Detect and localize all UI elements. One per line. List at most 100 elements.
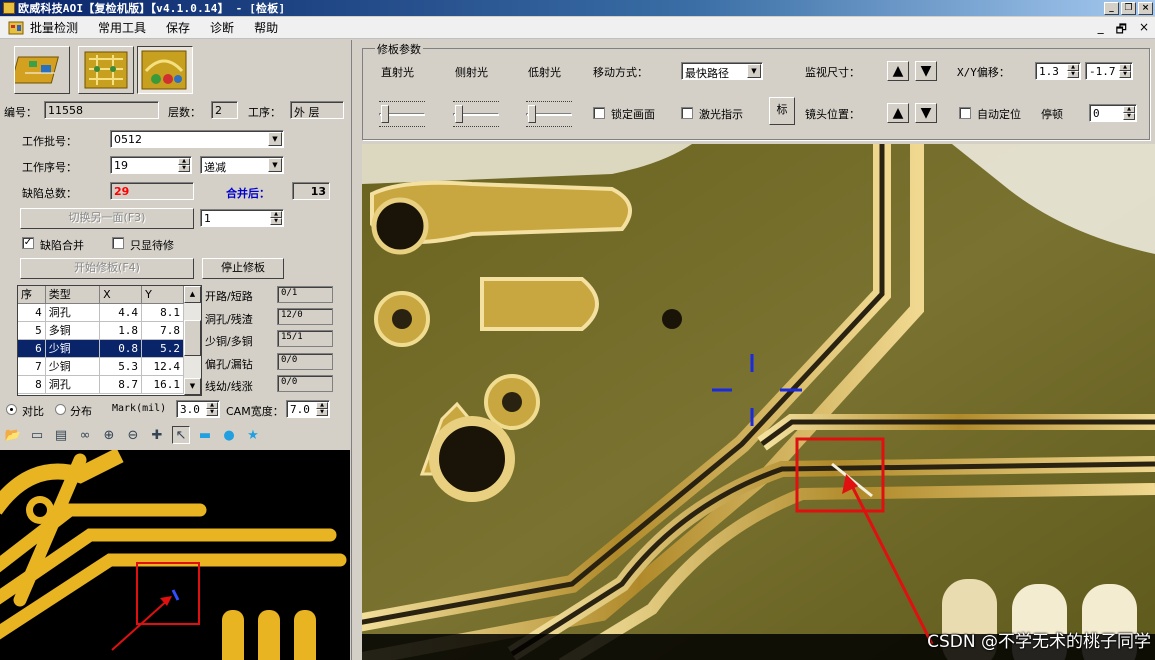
spin-icon[interactable]: ▲ ▼ xyxy=(206,402,218,416)
scroll-down-icon[interactable]: ▼ xyxy=(184,378,201,395)
pcb-board-button[interactable] xyxy=(10,46,70,94)
row-no: 6 xyxy=(18,339,46,358)
direct-light-label: 直射光 xyxy=(381,66,414,79)
spin-icon[interactable]: ▲ ▼ xyxy=(1119,64,1131,78)
auto-locate-checkbox[interactable] xyxy=(959,107,971,119)
mdi-restore-button[interactable]: 🗗 xyxy=(1116,20,1127,41)
compare-radio[interactable] xyxy=(6,404,17,415)
microscope-view[interactable]: CSDN @不学无术的桃子同学 xyxy=(362,144,1155,660)
window-title: 欧威科技AOI【复检机版】【v4.1.0.14】 - [检板] xyxy=(18,2,286,15)
chevron-down-icon[interactable]: ▼ xyxy=(268,132,282,146)
stat-value-drill: 0/0 xyxy=(277,353,333,370)
menu-help[interactable]: 帮助 xyxy=(254,19,278,36)
merge-defects-label: 缺陷合并 xyxy=(40,239,84,252)
menu-diagnose[interactable]: 诊断 xyxy=(210,19,234,36)
stat-value-hole-residue: 12/0 xyxy=(277,308,333,325)
direct-light-slider[interactable] xyxy=(377,101,427,127)
sequence-stepper[interactable]: 19 ▲ ▼ xyxy=(110,156,192,174)
table-row[interactable]: 7 少铜 5.3 12.4 xyxy=(18,357,184,376)
cam-width-stepper[interactable]: 7.0 ▲ ▼ xyxy=(286,400,330,418)
document-icon xyxy=(8,21,24,34)
crosshair-icon[interactable]: ✚ xyxy=(148,426,166,444)
column-header[interactable]: Y xyxy=(141,286,184,304)
right-panel: 修板参数 直射光 侧射光 低射光 移动方式： 最快路径 ▼ 监视尺寸： ▲ ▼ … xyxy=(358,40,1155,660)
repair-mode-button[interactable] xyxy=(137,46,193,94)
table-scrollbar[interactable]: ▲ ▼ xyxy=(184,286,201,395)
lens-down-button[interactable]: ▼ xyxy=(915,103,937,123)
table-row[interactable]: 8 洞孔 8.7 16.1 xyxy=(18,375,184,394)
table-row[interactable]: 5 多铜 1.8 7.8 xyxy=(18,321,184,340)
side-light-slider[interactable] xyxy=(451,101,501,127)
pointer-icon[interactable]: ↖ xyxy=(172,426,190,444)
cam-preview[interactable] xyxy=(0,450,350,660)
mdi-close-button[interactable]: × xyxy=(1139,20,1149,41)
minimize-button[interactable]: _ xyxy=(1104,1,1119,15)
laser-checkbox[interactable] xyxy=(681,107,693,119)
zoom-in-icon[interactable]: ⊕ xyxy=(100,426,118,444)
circle-icon[interactable]: ● xyxy=(220,426,238,444)
row-type: 多铜 xyxy=(45,321,101,340)
pause-stepper[interactable]: 0 ▲ ▼ xyxy=(1089,104,1137,122)
print-icon[interactable]: ▤ xyxy=(52,426,70,444)
batch-select[interactable]: 0512 ▼ xyxy=(110,130,284,148)
switch-side-value: 1 xyxy=(204,212,211,225)
move-mode-select[interactable]: 最快路径 ▼ xyxy=(681,62,763,80)
switch-side-button[interactable]: 切换另一面(F3) xyxy=(20,208,194,229)
chevron-down-icon[interactable]: ▼ xyxy=(268,158,282,172)
mark-button[interactable]: 标 xyxy=(769,97,795,125)
offset-y-stepper[interactable]: -1.7 ▲ ▼ xyxy=(1085,62,1133,80)
menu-batch-detect[interactable]: 批量检测 xyxy=(30,19,78,36)
circuit-view-button[interactable] xyxy=(78,46,134,94)
scroll-thumb[interactable] xyxy=(184,320,201,356)
chevron-down-icon[interactable]: ▼ xyxy=(747,64,761,78)
spin-icon[interactable]: ▲ ▼ xyxy=(1123,106,1135,120)
low-light-slider[interactable] xyxy=(524,101,574,127)
spin-icon[interactable]: ▲ ▼ xyxy=(316,402,328,416)
spin-icon[interactable]: ▲ ▼ xyxy=(178,158,190,172)
column-header[interactable]: X xyxy=(99,286,143,304)
monitor-size-label: 监视尺寸： xyxy=(805,66,860,79)
table-row-selected[interactable]: 6 少铜 0.8 5.2 xyxy=(18,339,184,358)
stop-repair-button[interactable]: 停止修板 xyxy=(202,258,284,279)
start-repair-button[interactable]: 开始修板(F4) xyxy=(20,258,194,279)
pending-only-checkbox[interactable] xyxy=(112,237,124,249)
menu-save[interactable]: 保存 xyxy=(166,19,190,36)
switch-side-stepper[interactable]: 1 ▲ ▼ xyxy=(200,209,284,227)
monitor-size-up-button[interactable]: ▲ xyxy=(887,61,909,81)
close-button[interactable]: × xyxy=(1138,1,1153,15)
offset-x-stepper[interactable]: 1.3 ▲ ▼ xyxy=(1035,62,1081,80)
open-icon[interactable]: 📂 xyxy=(4,426,22,444)
spin-icon[interactable]: ▲ ▼ xyxy=(1067,64,1079,78)
star-icon[interactable]: ★ xyxy=(244,426,262,444)
watermark-text: CSDN @不学无术的桃子同学 xyxy=(927,632,1151,652)
row-x: 5.3 xyxy=(99,357,143,376)
move-mode-value: 最快路径 xyxy=(685,67,729,80)
mdi-minimize-button[interactable]: _ xyxy=(1098,20,1104,41)
move-mode-label: 移动方式： xyxy=(593,66,648,79)
triangle-up-icon: ▲ xyxy=(892,63,904,79)
board-id-label: 编号： xyxy=(4,106,37,119)
scan-icon[interactable]: ▭ xyxy=(28,426,46,444)
merge-defects-checkbox[interactable]: ✓ xyxy=(22,237,34,249)
spin-icon[interactable]: ▲ ▼ xyxy=(270,211,282,225)
scroll-up-icon[interactable]: ▲ xyxy=(184,286,201,303)
column-header[interactable]: 序 xyxy=(18,286,46,304)
glasses-icon[interactable]: ∞ xyxy=(76,426,94,444)
defect-table[interactable]: 序 类型 X Y 4 洞孔 4.4 8.1 5 多铜 1.8 7.8 6 少铜 … xyxy=(17,285,202,396)
order-select[interactable]: 递减 ▼ xyxy=(200,156,284,174)
table-row[interactable]: 4 洞孔 4.4 8.1 xyxy=(18,303,184,322)
monitor-size-down-button[interactable]: ▼ xyxy=(915,61,937,81)
zoom-out-icon[interactable]: ⊖ xyxy=(124,426,142,444)
mark-stepper[interactable]: 3.0 ▲ ▼ xyxy=(176,400,220,418)
lens-up-button[interactable]: ▲ xyxy=(887,103,909,123)
column-header[interactable]: 类型 xyxy=(45,286,101,304)
repair-params-title: 修板参数 xyxy=(375,41,423,57)
lock-screen-checkbox[interactable] xyxy=(593,107,605,119)
stat-label-open-short: 开路/短路 xyxy=(205,290,253,303)
restore-button[interactable]: ❐ xyxy=(1121,1,1136,15)
distribution-radio[interactable] xyxy=(55,404,66,415)
stat-label-drill: 偏孔/漏钻 xyxy=(205,358,253,371)
menu-tools[interactable]: 常用工具 xyxy=(98,19,146,36)
order-value: 递减 xyxy=(204,161,226,174)
rect-icon[interactable]: ▬ xyxy=(196,426,214,444)
